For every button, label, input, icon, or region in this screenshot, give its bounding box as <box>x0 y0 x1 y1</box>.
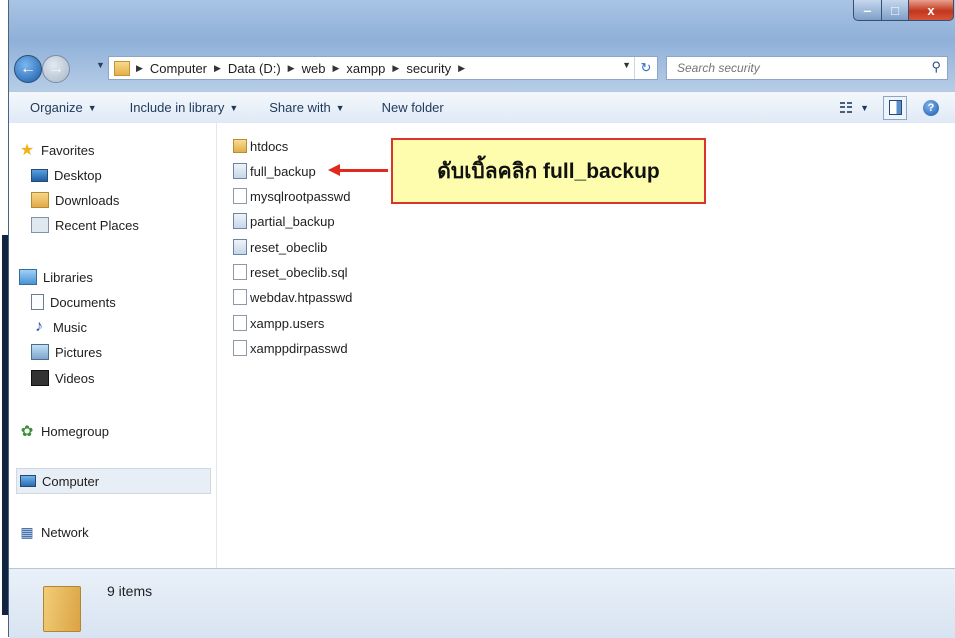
file-icon <box>233 340 247 356</box>
address-dropdown-icon[interactable]: ▼ <box>622 60 631 70</box>
close-button[interactable]: x <box>909 0 954 21</box>
annotation-arrow <box>338 169 388 172</box>
help-icon[interactable]: ? <box>923 99 939 116</box>
file-icon <box>233 289 247 305</box>
breadcrumb-data-d[interactable]: Data (D:) ▶ <box>228 61 302 76</box>
file-icon <box>233 188 247 204</box>
list-item[interactable]: htdocs <box>233 136 288 156</box>
list-item[interactable]: partial_backup <box>233 211 335 231</box>
list-item[interactable]: full_backup <box>233 161 316 181</box>
search-input[interactable] <box>675 57 919 79</box>
search-icon[interactable]: ⚲ <box>931 59 941 75</box>
item-count: 9 items <box>107 583 153 599</box>
share-with-menu[interactable]: Share with ▼ <box>269 100 344 115</box>
videos-icon <box>31 370 49 386</box>
network-icon: ▦ <box>20 523 34 540</box>
breadcrumb-computer[interactable]: Computer ▶ <box>150 61 228 76</box>
chevron-down-icon: ▼ <box>229 102 239 113</box>
star-icon: ★ <box>19 142 35 159</box>
breadcrumb-security[interactable]: security ▶ <box>406 61 472 76</box>
chevron-down-icon: ▼ <box>87 102 97 113</box>
breadcrumb-xampp[interactable]: xampp ▶ <box>346 61 406 76</box>
arrow-left-icon <box>328 164 340 176</box>
downloads-folder-icon <box>31 192 49 208</box>
music-note-icon: ♪ <box>35 318 43 335</box>
list-item[interactable]: mysqlrootpasswd <box>233 186 350 206</box>
pictures-icon <box>31 344 49 360</box>
nav-documents[interactable]: Documents <box>31 292 116 312</box>
libraries-icon <box>19 269 37 285</box>
desktop-icon <box>31 168 48 182</box>
details-pane: 9 items <box>9 568 955 638</box>
list-item[interactable]: webdav.htpasswd <box>233 287 352 307</box>
nav-videos[interactable]: Videos <box>31 368 95 388</box>
chevron-right-icon[interactable]: ▶ <box>458 63 465 74</box>
recent-places-icon <box>31 217 49 233</box>
list-item[interactable]: reset_obeclib <box>233 237 327 257</box>
nav-desktop[interactable]: Desktop <box>31 165 102 185</box>
view-options-dropdown-icon[interactable]: ▼ <box>860 103 869 113</box>
back-button[interactable]: ← <box>14 55 42 83</box>
chevron-right-icon[interactable]: ▶ <box>136 63 143 74</box>
nav-libraries[interactable]: Libraries <box>19 267 93 287</box>
folder-icon <box>43 586 81 632</box>
chevron-down-icon: ▼ <box>335 102 345 113</box>
left-edge <box>0 0 8 637</box>
chevron-right-icon[interactable]: ▶ <box>332 63 339 74</box>
breadcrumb-web[interactable]: web ▶ <box>302 61 347 76</box>
command-bar: Organize ▼ Include in library ▼ Share with… <box>9 91 955 124</box>
chevron-right-icon[interactable]: ▶ <box>288 63 295 74</box>
homegroup-icon: ✿ <box>20 423 34 440</box>
organize-menu[interactable]: Organize ▼ <box>30 100 97 115</box>
list-item[interactable]: reset_obeclib.sql <box>233 262 348 282</box>
script-file-icon <box>233 239 247 255</box>
nav-homegroup[interactable]: ✿ Homegroup <box>19 421 109 441</box>
back-arrow-icon: ← <box>20 60 36 77</box>
change-view-icon[interactable] <box>840 101 854 114</box>
recent-pages-dropdown[interactable]: ▼ <box>96 60 105 70</box>
minimize-button[interactable]: ‒ <box>853 0 882 21</box>
chevron-right-icon[interactable]: ▶ <box>214 63 221 74</box>
file-icon <box>233 264 247 280</box>
computer-icon <box>20 475 36 487</box>
list-item[interactable]: xamppdirpasswd <box>233 338 348 358</box>
nav-music[interactable]: ♪ Music <box>31 317 87 337</box>
navigation-pane: ★ Favorites Desktop Downloads Recent Plac… <box>9 123 216 568</box>
folder-icon <box>114 60 130 76</box>
list-item[interactable]: xampp.users <box>233 313 324 333</box>
nav-pictures[interactable]: Pictures <box>31 342 102 362</box>
nav-computer[interactable]: Computer <box>16 468 211 494</box>
nav-recent-places[interactable]: Recent Places <box>31 215 139 235</box>
refresh-icon[interactable]: ↻ <box>634 57 657 79</box>
include-in-library-menu[interactable]: Include in library ▼ <box>130 100 239 115</box>
nav-downloads[interactable]: Downloads <box>31 190 119 210</box>
preview-pane-button[interactable] <box>883 95 907 120</box>
breadcrumb-root[interactable]: ▶ <box>136 63 150 74</box>
forward-arrow-icon: → <box>48 60 64 77</box>
view-controls: ▼ ? <box>840 92 955 123</box>
chevron-right-icon[interactable]: ▶ <box>392 63 399 74</box>
nav-network[interactable]: ▦ Network <box>19 522 88 542</box>
script-file-icon <box>233 213 247 229</box>
preview-pane-icon <box>888 100 902 115</box>
script-file-icon <box>233 163 247 179</box>
search-box[interactable]: ⚲ <box>666 56 948 80</box>
folder-icon <box>233 139 247 153</box>
annotation-callout: ดับเบิ้ลคลิก full_backup <box>391 138 706 204</box>
documents-icon <box>31 294 44 310</box>
maximize-button[interactable]: □ <box>882 0 909 21</box>
forward-button[interactable]: → <box>42 55 70 83</box>
address-bar[interactable]: ▶ Computer ▶ Data (D:) ▶ web ▶ xampp ▶ secur… <box>108 56 658 80</box>
file-icon <box>233 315 247 331</box>
window-controls: ‒ □ x <box>853 0 954 22</box>
new-folder-button[interactable]: New folder <box>382 100 444 115</box>
nav-favorites[interactable]: ★ Favorites <box>19 140 95 160</box>
